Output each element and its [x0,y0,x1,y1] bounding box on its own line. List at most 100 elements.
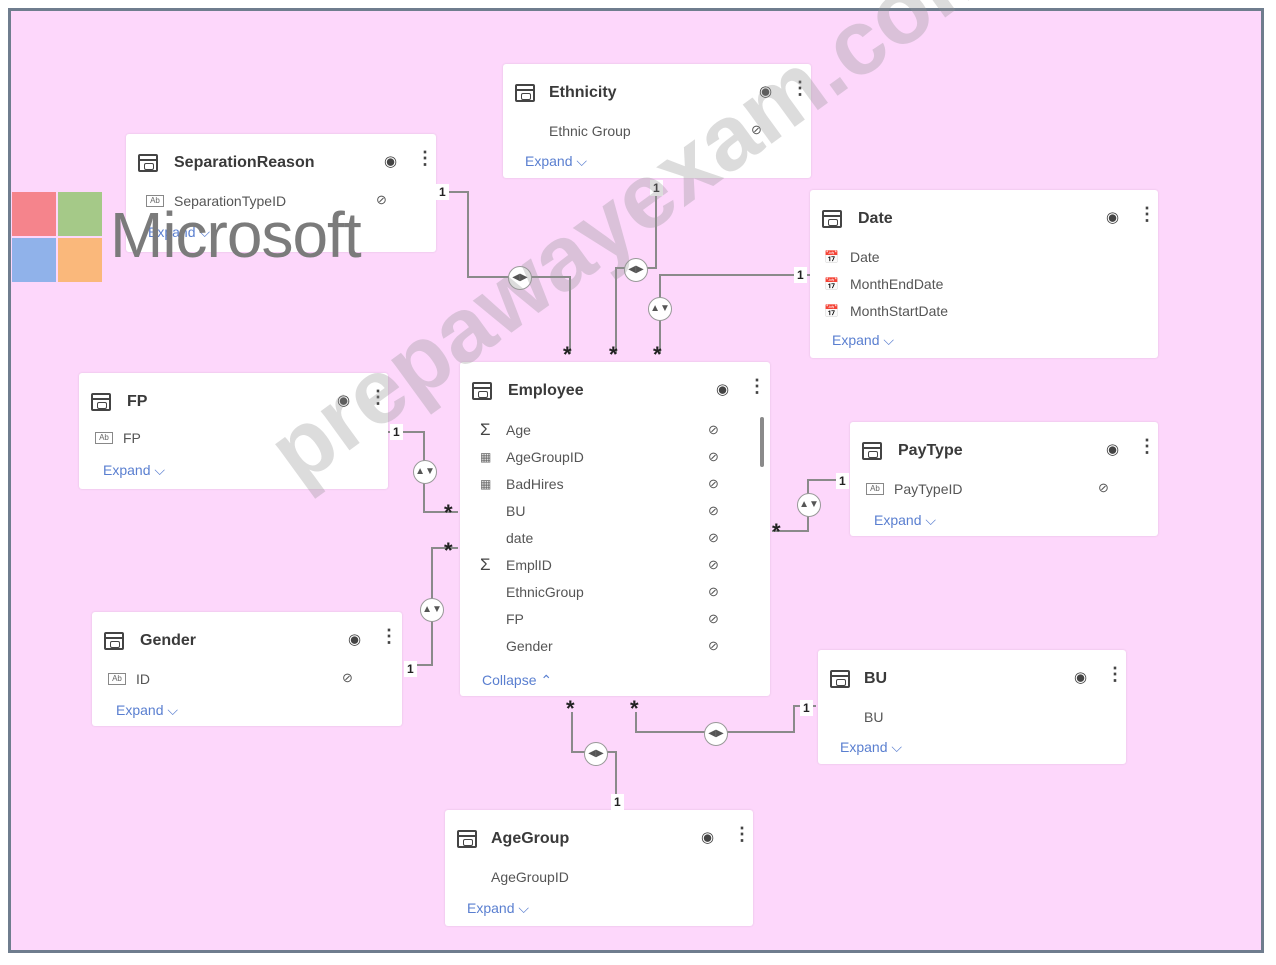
filter-direction-icon[interactable]: ◀▶ [584,742,608,766]
filter-direction-icon[interactable]: ▲▼ [413,460,437,484]
sigma-icon: Σ [480,555,491,574]
cardinality-one: 1 [794,267,807,283]
table-card-date[interactable]: Date ◉ ⋮ 📅 Date 📅 MonthEndDate 📅 MonthStart… [810,190,1158,358]
cardinality-many: * [653,342,662,367]
field-row[interactable]: Gender [480,635,553,657]
eye-hidden-icon[interactable]: ⊘ [708,530,719,546]
table-card-agegroup[interactable]: AgeGroup ◉ ⋮ AgeGroupID Expand ⌵ [445,810,753,926]
filter-direction-icon[interactable]: ▲▼ [648,297,672,321]
eye-hidden-icon[interactable]: ⊘ [708,611,719,627]
more-icon[interactable]: ⋮ [380,626,398,647]
table-title: Employee [508,382,584,399]
cardinality-one: 1 [436,184,449,200]
filter-direction-icon[interactable]: ▲▼ [797,493,821,517]
more-icon[interactable]: ⋮ [748,376,766,397]
expand-link[interactable]: Expand ⌵ [103,462,165,479]
table-card-employee[interactable]: Employee ◉ ⋮ Σ Age ▦ AgeGroupID ▦ BadHires … [460,362,770,696]
field-row[interactable]: Ab ID [108,668,150,690]
table-icon [91,393,111,411]
eye-hidden-icon[interactable]: ⊘ [342,670,353,686]
expand-link[interactable]: Expand ⌵ [874,512,936,529]
table-card-gender[interactable]: Gender ◉ ⋮ Ab ID ⊘ Expand ⌵ [92,612,402,726]
table-icon [104,632,124,650]
field-row[interactable]: Σ Age [480,419,531,441]
field-row[interactable]: date [480,527,533,549]
more-icon[interactable]: ⋮ [733,824,751,845]
cardinality-many: * [630,696,639,721]
table-title: FP [127,393,148,410]
eye-icon[interactable]: ◉ [348,630,361,648]
field-row[interactable]: Ab FP [95,427,141,449]
field-row[interactable]: EthnicGroup [480,581,584,603]
eye-icon[interactable]: ◉ [1074,668,1087,686]
scrollbar[interactable] [760,417,764,467]
eye-hidden-icon[interactable]: ⊘ [708,557,719,573]
table-title: Ethnicity [549,84,617,101]
more-icon[interactable]: ⋮ [416,148,434,169]
more-icon[interactable]: ⋮ [1138,204,1156,225]
calendar-icon: 📅 [824,304,839,318]
table-title: Date [858,210,893,227]
table-icon [862,442,882,460]
table-card-bu[interactable]: BU ◉ ⋮ BU Expand ⌵ [818,650,1126,764]
expand-link[interactable]: Expand ⌵ [840,739,902,756]
table-icon [830,670,850,688]
field-row[interactable]: ▦ AgeGroupID [480,446,584,468]
field-row[interactable]: 📅 MonthEndDate [824,273,943,295]
table-icon [515,84,535,102]
table-title: PayType [898,442,963,459]
calendar-icon: 📅 [824,250,839,264]
eye-icon[interactable]: ◉ [716,380,729,398]
text-field-icon: Ab [866,483,884,495]
eye-icon[interactable]: ◉ [384,152,397,170]
expand-link[interactable]: Expand ⌵ [525,153,587,170]
sigma-icon: Σ [480,420,491,439]
eye-hidden-icon[interactable]: ⊘ [708,503,719,519]
eye-hidden-icon[interactable]: ⊘ [376,192,387,208]
field-row[interactable]: Σ EmplID [480,554,552,576]
field-row[interactable]: 📅 Date [824,246,880,268]
table-title: SeparationReason [174,154,315,171]
eye-hidden-icon[interactable]: ⊘ [708,422,719,438]
field-row[interactable]: Ab PayTypeID [866,478,962,500]
table-title: Gender [140,632,197,649]
microsoft-wordmark: Microsoft [110,199,362,271]
eye-hidden-icon[interactable]: ⊘ [708,638,719,654]
table-icon [822,210,842,228]
cardinality-many: * [563,342,572,367]
eye-hidden-icon[interactable]: ⊘ [1098,480,1109,496]
eye-icon[interactable]: ◉ [701,828,714,846]
eye-hidden-icon[interactable]: ⊘ [708,476,719,492]
cardinality-one: 1 [836,473,849,489]
field-row[interactable]: ▦ BadHires [480,473,564,495]
filter-direction-icon[interactable]: ▲▼ [420,598,444,622]
eye-icon[interactable]: ◉ [1106,440,1119,458]
table-title: AgeGroup [491,830,570,847]
eye-hidden-icon[interactable]: ⊘ [708,584,719,600]
cardinality-many: * [444,538,453,563]
expand-link[interactable]: Expand ⌵ [116,702,178,719]
table-icon [457,830,477,848]
calendar-icon: 📅 [824,277,839,291]
cardinality-one: 1 [800,700,813,716]
expand-link[interactable]: Expand ⌵ [832,332,894,349]
collapse-link[interactable]: Collapse ⌃ [482,672,552,689]
field-row[interactable]: 📅 MonthStartDate [824,300,948,322]
eye-hidden-icon[interactable]: ⊘ [708,449,719,465]
field-row[interactable]: AgeGroupID [491,866,569,888]
field-row[interactable]: Ethnic Group [549,120,631,142]
expand-link[interactable]: Expand ⌵ [467,900,529,917]
table-title: BU [864,670,888,687]
field-row[interactable]: FP [480,608,524,630]
table-card-paytype[interactable]: PayType ◉ ⋮ Ab PayTypeID ⊘ Expand ⌵ [850,422,1158,536]
text-field-icon: Ab [95,432,113,444]
cardinality-one: 1 [611,794,624,810]
field-row[interactable]: BU [480,500,525,522]
cardinality-many: * [566,696,575,721]
eye-icon[interactable]: ◉ [1106,208,1119,226]
field-row[interactable]: BU [864,706,883,728]
more-icon[interactable]: ⋮ [1138,436,1156,457]
filter-direction-icon[interactable]: ◀▶ [704,722,728,746]
more-icon[interactable]: ⋮ [1106,664,1124,685]
table-icon [138,154,158,172]
